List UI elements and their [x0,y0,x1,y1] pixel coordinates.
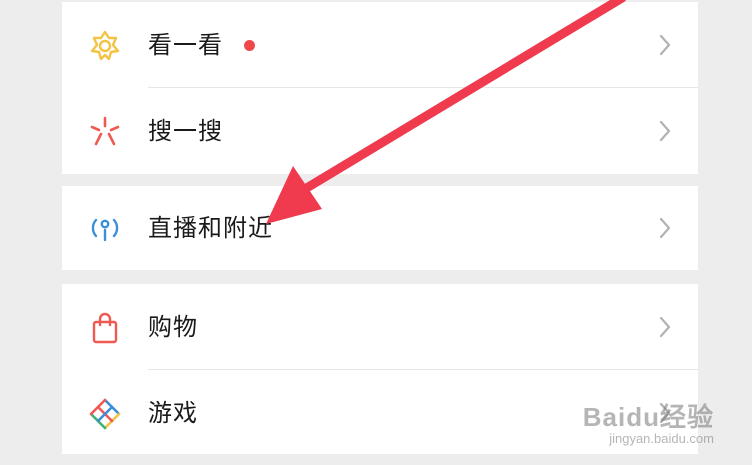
watermark-url: jingyan.baidu.com [609,431,714,446]
group-kan-sou: 看一看 搜一搜 [62,2,698,174]
chevron-right-icon [659,316,671,338]
watermark-main: Baidu经验 [582,402,714,432]
flower-star-icon [90,30,120,61]
shopping-bag-icon [92,312,118,344]
group-live: 直播和附近 [62,186,698,270]
menu-item-live[interactable]: 直播和附近 [62,186,698,270]
live-nearby-icon [91,218,119,242]
discover-screen: 看一看 搜一搜 直播和附近 购物 游戏 Baidu经验 jingyan.baid… [0,0,752,465]
menu-item-sou[interactable]: 搜一搜 [62,88,698,174]
menu-item-label: 搜一搜 [148,117,223,145]
game-diamond-icon [89,398,121,430]
chevron-right-icon [659,217,671,239]
baidu-watermark: Baidu经验 jingyan.baidu.com [583,403,714,447]
chevron-right-icon [659,34,671,56]
menu-item-label: 游戏 [148,399,198,427]
menu-item-label: 购物 [148,313,198,341]
menu-item-shop[interactable]: 购物 [62,284,698,370]
chevron-right-icon [659,120,671,142]
search-burst-icon [90,116,120,146]
menu-item-label: 直播和附近 [148,214,273,242]
unread-dot [244,40,255,51]
menu-item-label: 看一看 [148,31,223,59]
menu-item-kan[interactable]: 看一看 [62,2,698,88]
